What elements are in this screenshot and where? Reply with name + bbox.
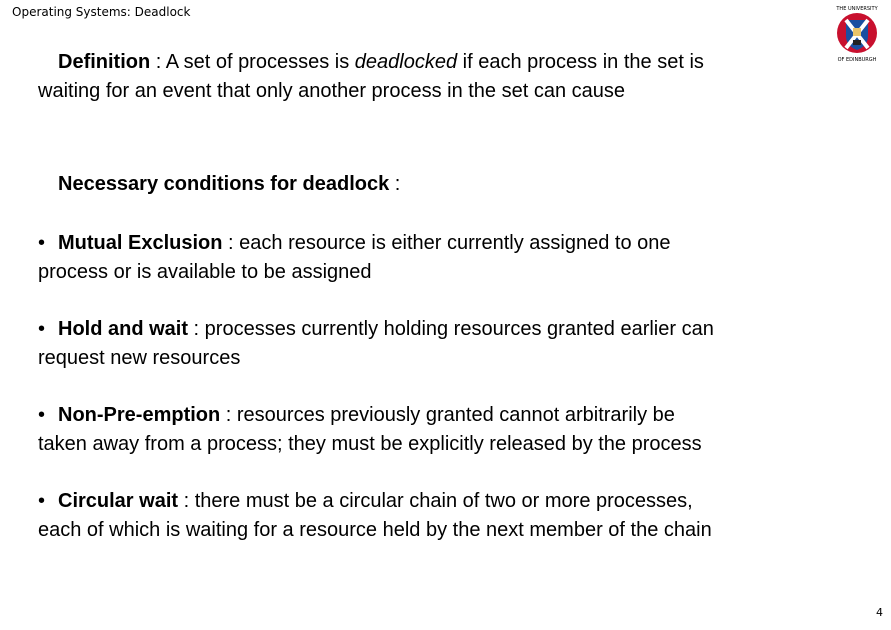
condition-item: • Non-Pre-emption : resources previously … [38, 401, 868, 459]
condition-text: each resource is either currently assign… [239, 232, 671, 254]
conditions-heading-sep: : [389, 173, 401, 195]
condition-text: there must be a circular chain of two or… [194, 490, 693, 512]
condition-sep: : [188, 318, 205, 340]
condition-text-line2: process or is available to be assigned [38, 261, 372, 283]
definition-paragraph: Definition : A set of processes is deadl… [38, 48, 868, 106]
condition-term: Mutual Exclusion [58, 232, 223, 254]
conditions-heading-label: Necessary conditions for deadlock [58, 173, 390, 195]
condition-item: • Circular wait : there must be a circula… [38, 487, 868, 545]
condition-text-line2: taken away from a process; they must be … [38, 433, 702, 455]
condition-term: Hold and wait [58, 318, 188, 340]
definition-text-cont: if each process in the set is [457, 51, 704, 73]
condition-text: resources previously granted cannot arbi… [236, 404, 675, 426]
definition-line2: waiting for an event that only another p… [38, 80, 626, 102]
condition-sep: : [222, 232, 240, 254]
logo-text-top: THE UNIVERSITY [835, 6, 878, 12]
slide-header-title: Operating Systems: Deadlock [12, 5, 191, 19]
bullet-icon: • [38, 404, 46, 426]
condition-sep: : [178, 490, 195, 512]
condition-text: processes currently holding resources gr… [204, 318, 714, 340]
condition-text-line2: each of which is waiting for a resource … [38, 519, 712, 541]
bullet-icon: • [38, 318, 46, 340]
conditions-heading: Necessary conditions for deadlock : [38, 170, 868, 199]
condition-text-line2: request new resources [38, 347, 241, 369]
definition-term: Definition [58, 51, 151, 73]
bullet-icon: • [38, 232, 46, 254]
condition-term: Non-Pre-emption [58, 404, 221, 426]
definition-emphasis: deadlocked [354, 51, 458, 73]
definition-sep: : [150, 51, 166, 73]
bullet-icon: • [38, 490, 46, 512]
condition-item: • Mutual Exclusion : each resource is eit… [38, 229, 868, 287]
condition-term: Circular wait [58, 490, 179, 512]
condition-item: • Hold and wait : processes currently hol… [38, 315, 868, 373]
definition-text: A set of processes is [165, 51, 355, 73]
condition-sep: : [220, 404, 237, 426]
page-number: 4 [876, 606, 883, 619]
